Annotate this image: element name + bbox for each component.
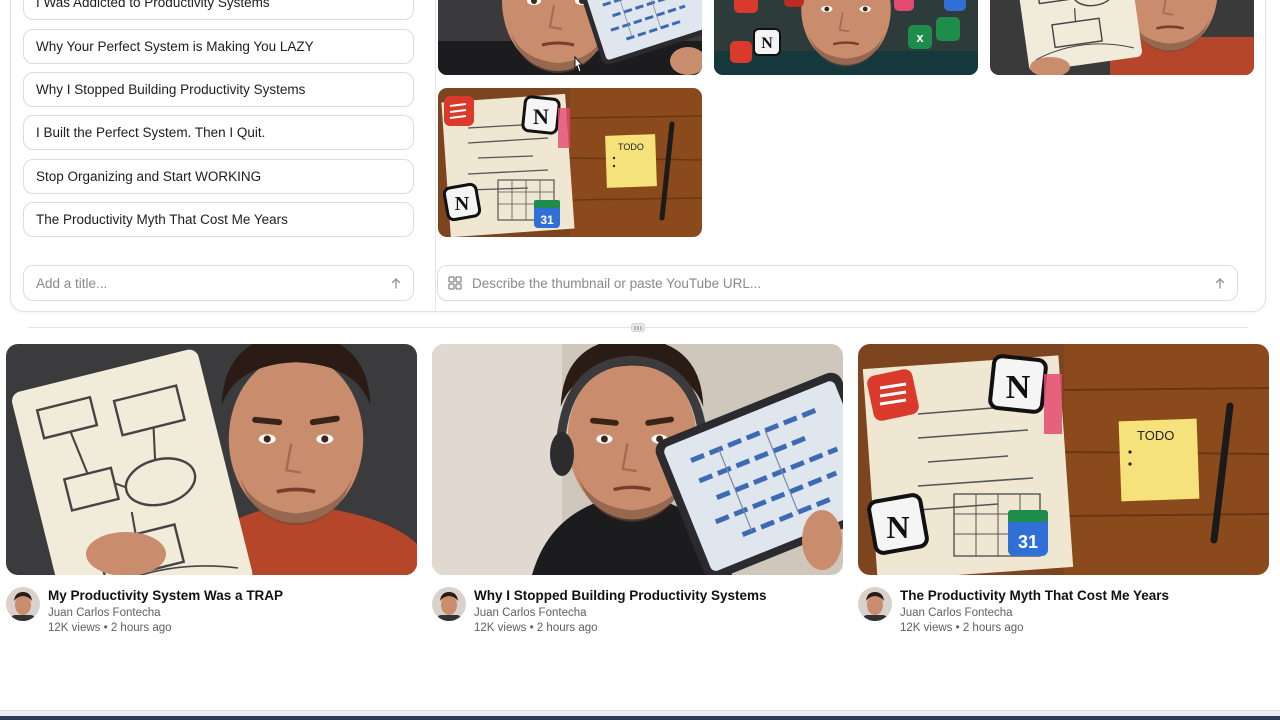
channel-avatar[interactable] (6, 587, 40, 621)
channel-name[interactable]: Juan Carlos Fontecha (900, 607, 1013, 619)
panel-divider (435, 0, 436, 311)
title-suggestion[interactable]: Why I Stopped Building Productivity Syst… (23, 72, 414, 107)
thumbnail-prompt-input[interactable] (472, 275, 1213, 291)
thumbnail-option-todo[interactable]: N N 31 TODO (438, 88, 702, 237)
video-stats: 12K views • 2 hours ago (48, 622, 172, 634)
arrow-up-icon[interactable] (1213, 276, 1227, 290)
mouse-cursor-icon (574, 56, 584, 73)
svg-text:N: N (455, 193, 470, 215)
title-suggestion[interactable]: Stop Organizing and Start WORKING (23, 159, 414, 194)
title-suggestion[interactable]: I Was Addicted to Productivity Systems (23, 0, 414, 20)
video-preview-card[interactable]: My Productivity System Was a TRAP Juan C… (6, 344, 417, 634)
bottom-strip (0, 716, 1280, 720)
title-suggestion[interactable]: The Productivity Myth That Cost Me Years (23, 202, 414, 237)
thumbnail-option-tablet[interactable] (438, 0, 702, 75)
svg-text:N: N (886, 509, 909, 545)
thumbnail-option-notebook[interactable] (990, 0, 1254, 75)
title-input-box (23, 265, 414, 301)
title-suggestion-label: Stop Organizing and Start WORKING (36, 169, 262, 184)
generator-panel: I Was Addicted to Productivity Systems W… (10, 0, 1266, 312)
video-stats: 12K views • 2 hours ago (900, 622, 1024, 634)
channel-name[interactable]: Juan Carlos Fontecha (48, 607, 161, 619)
svg-text:x: x (916, 30, 924, 45)
video-preview-card[interactable]: Why I Stopped Building Productivity Syst… (432, 344, 843, 634)
arrow-up-icon[interactable] (389, 276, 403, 290)
calendar-number: 31 (540, 213, 554, 227)
title-suggestion-label: I Built the Perfect System. Then I Quit. (36, 125, 266, 140)
video-preview-card[interactable]: N N 31 TODO The Productivity Myth That C… (858, 344, 1269, 634)
title-suggestion[interactable]: I Built the Perfect System. Then I Quit. (23, 115, 414, 150)
channel-avatar[interactable] (432, 587, 466, 621)
title-suggestion[interactable]: Why Your Perfect System is Making You LA… (23, 29, 414, 64)
thumbnail-option-app-icons[interactable]: N x (714, 0, 978, 75)
video-stats: 12K views • 2 hours ago (474, 622, 598, 634)
svg-text:N: N (761, 35, 773, 52)
title-input[interactable] (36, 275, 389, 291)
thumbnail-prompt-box (437, 265, 1238, 301)
title-suggestion-label: The Productivity Myth That Cost Me Years (36, 212, 288, 227)
title-suggestion-label: Why I Stopped Building Productivity Syst… (36, 82, 306, 97)
resize-handle[interactable] (631, 323, 645, 332)
title-suggestion-label: Why Your Perfect System is Making You LA… (36, 39, 314, 54)
channel-avatar[interactable] (858, 587, 892, 621)
channel-name[interactable]: Juan Carlos Fontecha (474, 607, 587, 619)
video-thumbnail[interactable] (6, 344, 417, 575)
video-title[interactable]: Why I Stopped Building Productivity Syst… (474, 588, 767, 603)
video-thumbnail[interactable] (432, 344, 843, 575)
svg-text:N: N (1006, 369, 1031, 406)
video-thumbnail[interactable]: N N 31 TODO (858, 344, 1269, 575)
svg-text:N: N (533, 104, 549, 129)
calendar-number: 31 (1018, 532, 1038, 552)
title-suggestion-label: I Was Addicted to Productivity Systems (36, 0, 270, 10)
grid-icon[interactable] (448, 276, 462, 290)
todo-label: TODO (1137, 428, 1174, 443)
video-title[interactable]: My Productivity System Was a TRAP (48, 588, 283, 603)
todo-label: TODO (618, 142, 644, 152)
video-title[interactable]: The Productivity Myth That Cost Me Years (900, 588, 1169, 603)
